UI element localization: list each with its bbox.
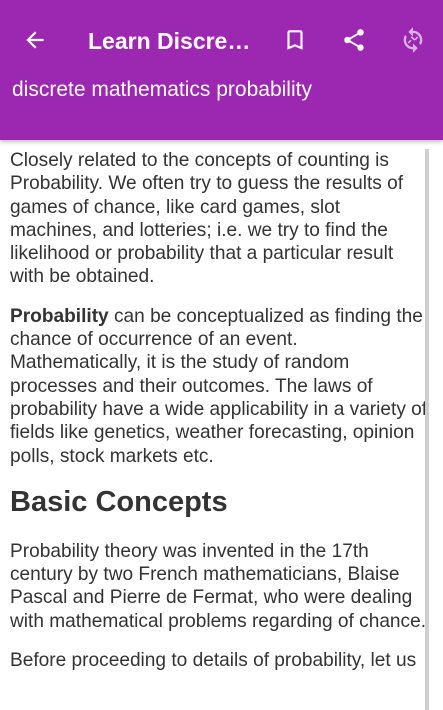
paragraph-next: Before proceeding to details of probabil… (10, 650, 417, 672)
page-subtitle: discrete mathematics probability (12, 78, 312, 101)
sync-button[interactable] (393, 20, 433, 60)
share-button[interactable] (334, 20, 374, 60)
section-heading: Basic Concepts (10, 485, 228, 518)
sync-icon (403, 27, 423, 53)
paragraph-intro: Closely related to the concepts of count… (10, 150, 404, 288)
paragraph-history: Probability theory was invented in the 1… (10, 540, 427, 632)
article-view[interactable]: Closely related to the concepts of count… (0, 140, 443, 710)
app-bar: Learn Discrete Mathematics discrete math… (0, 0, 443, 140)
back-button[interactable] (15, 20, 55, 60)
bold-term: Probability (10, 305, 109, 327)
share-icon (344, 29, 364, 51)
arrow-back-icon (26, 31, 44, 49)
page-title: Learn Discrete Mathematics (88, 28, 253, 54)
bookmark-icon (287, 30, 303, 50)
scrollbar[interactable] (425, 149, 429, 710)
paragraph-definition-text: can be conceptualized as finding the cha… (10, 305, 428, 467)
toolbar: Learn Discrete Mathematics (0, 0, 443, 80)
bookmark-button[interactable] (275, 20, 315, 60)
paragraph-definition: Probability can be conceptualized as fin… (10, 305, 432, 468)
article-body: Closely related to the concepts of count… (10, 149, 432, 688)
